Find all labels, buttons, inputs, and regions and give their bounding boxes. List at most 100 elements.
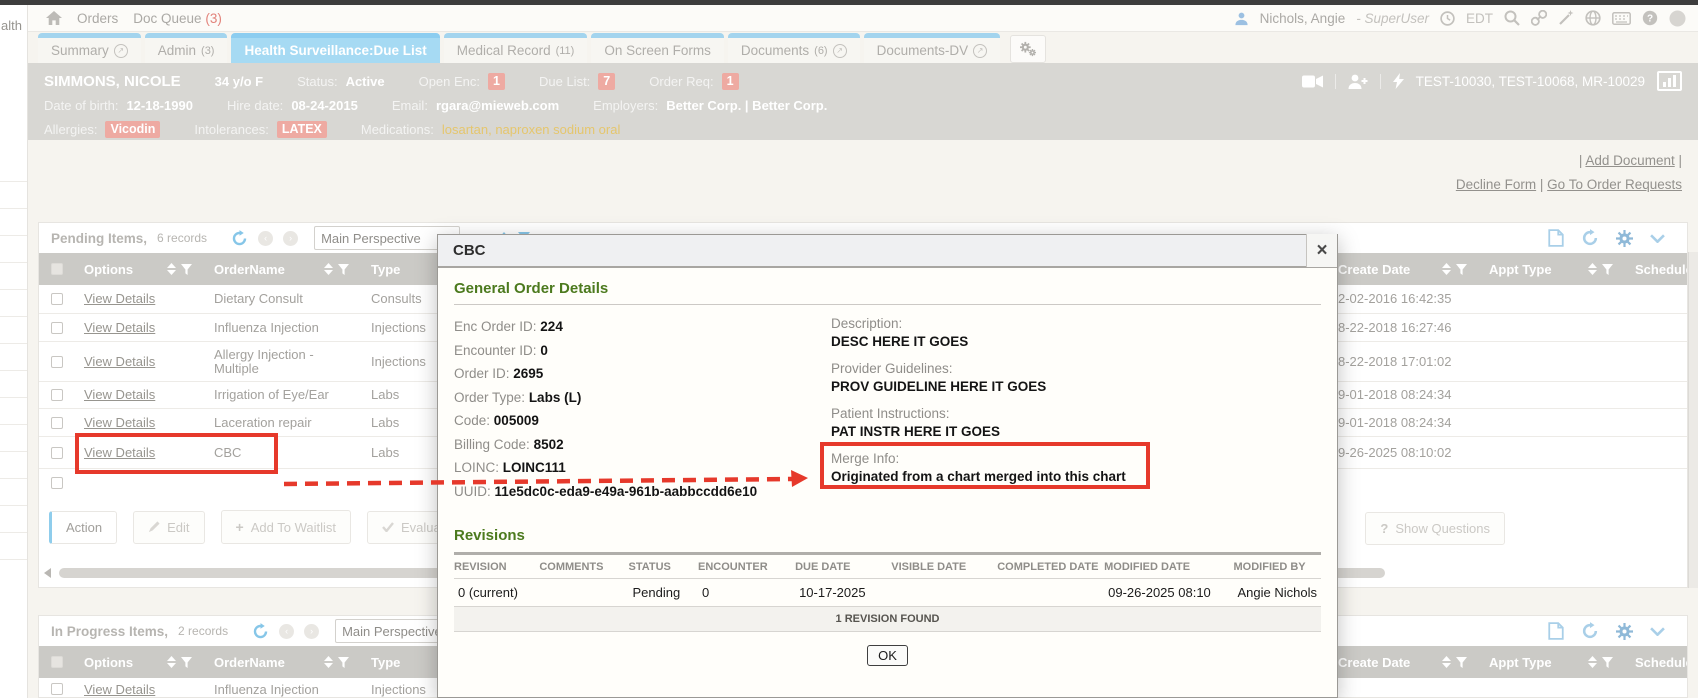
sort-icon[interactable] [324,263,333,275]
col-create-date[interactable]: Create Date [1328,646,1479,678]
filter-icon[interactable] [338,264,349,275]
col-order-name[interactable]: OrderName [204,253,361,285]
add-person-icon[interactable] [1348,74,1368,89]
add-document-link[interactable]: Add Document [1585,153,1674,168]
sort-icon[interactable] [1588,263,1597,275]
patient-name[interactable]: SIMMONS, NICOLE [44,73,181,90]
tab-settings-button[interactable] [1010,35,1046,63]
chevron-down-icon[interactable] [1650,627,1665,636]
tab-health-surveillance-due-list[interactable]: Health Surveillance:Due List [231,33,439,63]
next-icon[interactable]: › [304,624,319,639]
tab-medical-record[interactable]: Medical Record(11) [444,33,588,63]
row-checkbox[interactable] [51,389,63,401]
view-details-link[interactable]: View Details [84,416,155,430]
open-enc-badge[interactable]: 1 [488,73,505,90]
row-checkbox[interactable] [51,447,63,459]
filter-icon[interactable] [1456,657,1467,668]
order-req-badge[interactable]: 1 [722,73,739,90]
col-appt-type[interactable]: Appt Type [1479,646,1625,678]
next-icon[interactable]: › [283,231,298,246]
select-all-checkbox[interactable] [51,263,63,275]
new-document-icon[interactable] [1548,229,1564,247]
edit-button[interactable]: Edit [133,511,204,544]
breadcrumb-doc-queue[interactable]: Doc Queue (3) [133,11,222,26]
wand-icon[interactable] [1558,10,1574,26]
action-button[interactable]: Action [49,511,117,544]
row-checkbox[interactable] [51,322,63,334]
home-icon[interactable] [46,11,62,25]
sort-icon[interactable] [324,656,333,668]
col-schedule[interactable]: Schedule [1625,253,1687,285]
view-details-link[interactable]: View Details [84,388,155,402]
filter-icon[interactable] [1456,264,1467,275]
scroll-left-icon[interactable] [43,568,52,578]
col-order-name[interactable]: OrderName [204,646,361,678]
refresh-icon[interactable] [231,230,248,247]
tab-summary[interactable]: Summary↗ [38,33,141,63]
go-to-order-requests-link[interactable]: Go To Order Requests [1547,177,1682,192]
prev-icon[interactable]: ‹ [258,231,273,246]
view-details-link[interactable]: View Details [84,292,155,306]
vertical-scrollbar[interactable] [1688,252,1698,588]
row-checkbox[interactable] [51,477,63,489]
filter-icon[interactable] [181,657,192,668]
filter-icon[interactable] [181,264,192,275]
select-all-checkbox[interactable] [51,656,63,668]
add-to-waitlist-button[interactable]: +Add To Waitlist [221,510,351,544]
collapsed-left-sidebar[interactable]: alth [0,5,28,698]
filter-icon[interactable] [1602,264,1613,275]
intolerance-badge[interactable]: LATEX [277,121,327,138]
close-icon[interactable]: × [1306,234,1337,267]
view-details-link[interactable]: View Details [84,355,155,369]
modal-header[interactable]: CBC × [438,235,1337,268]
row-checkbox[interactable] [51,417,63,429]
bolt-icon[interactable] [1393,73,1404,89]
chart-stats-icon[interactable] [1657,71,1682,91]
globe-icon[interactable] [1585,10,1601,26]
sort-icon[interactable] [1442,263,1451,275]
due-list-badge[interactable]: 7 [598,73,615,90]
col-options[interactable]: Options [74,253,204,285]
refresh-icon[interactable] [1581,229,1599,247]
sort-icon[interactable] [1588,656,1597,668]
sort-icon[interactable] [167,656,176,668]
new-document-icon[interactable] [1548,622,1564,640]
breadcrumb-orders[interactable]: Orders [77,11,118,26]
ok-button[interactable]: OK [867,645,908,666]
popout-icon[interactable]: ↗ [833,44,847,58]
medications-value[interactable]: losartan, naproxen sodium oral [442,122,621,137]
link-icon[interactable] [1531,10,1547,26]
view-details-link[interactable]: View Details [84,321,155,335]
prev-icon[interactable]: ‹ [279,624,294,639]
video-camera-icon[interactable] [1302,75,1323,88]
sort-icon[interactable] [167,263,176,275]
gear-icon[interactable] [1616,623,1633,640]
view-details-link[interactable]: View Details [84,446,155,460]
refresh-icon[interactable] [252,623,269,640]
sort-icon[interactable] [1442,656,1451,668]
gear-icon[interactable] [1616,230,1633,247]
tab-admin[interactable]: Admin(3) [145,33,228,63]
filter-icon[interactable] [338,657,349,668]
row-checkbox[interactable] [51,683,63,695]
row-checkbox[interactable] [51,293,63,305]
col-schedule[interactable]: Schedule [1625,646,1687,678]
col-appt-type[interactable]: Appt Type [1479,253,1625,285]
col-create-date[interactable]: Create Date [1328,253,1479,285]
help-icon[interactable]: ? [1642,10,1658,26]
popout-icon[interactable]: ↗ [973,44,987,58]
allergy-badge[interactable]: Vicodin [105,121,160,138]
chevron-down-icon[interactable] [1650,234,1665,243]
user-name[interactable]: Nichols, Angie [1260,11,1346,26]
avatar-circle-icon[interactable] [1669,10,1686,27]
filter-icon[interactable] [1602,657,1613,668]
tab-documents[interactable]: Documents(6)↗ [728,33,860,63]
decline-form-link[interactable]: Decline Form [1456,177,1536,192]
search-icon[interactable] [1504,10,1520,26]
refresh-icon[interactable] [1581,622,1599,640]
tab-documents-dv[interactable]: Documents-DV↗ [864,33,1001,63]
keyboard-icon[interactable] [1612,12,1631,25]
tab-on-screen-forms[interactable]: On Screen Forms [591,33,724,63]
row-checkbox[interactable] [51,356,63,368]
col-options[interactable]: Options [74,646,204,678]
